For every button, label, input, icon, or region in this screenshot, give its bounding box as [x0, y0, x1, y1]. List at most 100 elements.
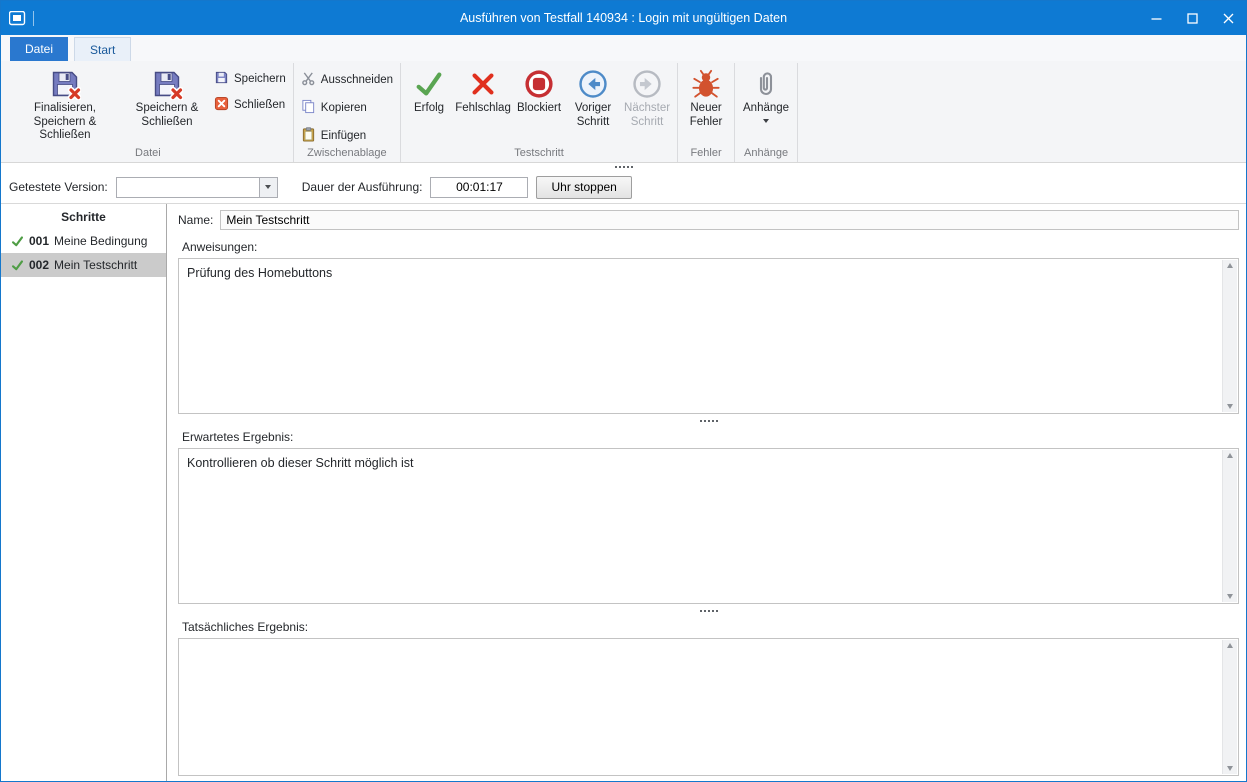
- close-ribbon-button[interactable]: Schließen: [210, 95, 290, 115]
- paste-button[interactable]: Einfügen: [297, 126, 397, 146]
- quick-access-separator: [33, 11, 34, 26]
- pane-splitter-handle[interactable]: [178, 414, 1239, 427]
- duration-input[interactable]: [430, 177, 528, 198]
- previous-step-label: Voriger Schritt: [569, 102, 617, 129]
- actual-result-text: [179, 639, 1238, 652]
- group-label-fehler: Fehler: [681, 146, 731, 162]
- copy-label: Kopieren: [321, 102, 367, 114]
- scrollbar[interactable]: [1222, 260, 1237, 412]
- new-defect-label: Neuer Fehler: [684, 102, 728, 129]
- fail-label: Fehlschlag: [455, 102, 511, 116]
- steps-panel-header: Schritte: [1, 204, 166, 229]
- ribbon-group-testschritt: Erfolg Fehlschlag Blockiert: [401, 63, 678, 162]
- duration-label: Dauer der Ausführung:: [302, 180, 423, 194]
- save-close-icon: [49, 67, 81, 100]
- next-step-label: Nächster Schritt: [623, 102, 671, 129]
- save-icon: [214, 70, 229, 88]
- scroll-down-icon[interactable]: [1227, 766, 1233, 771]
- instructions-text: Prüfung des Homebuttons: [179, 259, 1238, 286]
- pass-button[interactable]: Erfolg: [404, 64, 454, 118]
- arrow-left-circle-icon: [578, 67, 608, 100]
- step-item[interactable]: 002 Mein Testschritt: [1, 253, 166, 277]
- close-x-icon: [214, 96, 229, 114]
- ribbon-group-datei: Finalisieren, Speichern & Schließen: [3, 63, 294, 162]
- ribbon-group-zwischenablage: Ausschneiden Kopieren Einfügen: [294, 63, 401, 162]
- group-label-zwischenablage: Zwischenablage: [297, 146, 397, 162]
- save-label: Speichern: [234, 73, 286, 85]
- check-icon: [414, 67, 444, 100]
- app-icon[interactable]: [9, 11, 26, 26]
- scroll-up-icon[interactable]: [1227, 263, 1233, 268]
- group-label-anhaenge: Anhänge: [738, 146, 794, 162]
- window-title: Ausführen von Testfall 140934 : Login mi…: [1, 11, 1246, 25]
- attachments-label: Anhänge: [743, 102, 789, 116]
- combobox-dropdown-button[interactable]: [259, 178, 277, 197]
- ribbon-group-anhaenge: Anhänge Anhänge: [735, 63, 798, 162]
- scissors-icon: [301, 71, 316, 89]
- previous-step-button[interactable]: Voriger Schritt: [566, 64, 620, 131]
- window-controls: [1138, 1, 1246, 35]
- step-number: 002: [29, 258, 49, 272]
- save-and-close-button[interactable]: Speichern & Schließen: [124, 64, 210, 131]
- expected-result-label: Erwartetes Ergebnis:: [182, 430, 1239, 444]
- clipboard-icon: [301, 127, 316, 145]
- tested-version-combobox[interactable]: [116, 177, 278, 198]
- close-label: Schließen: [234, 99, 285, 111]
- check-icon: [11, 235, 24, 248]
- step-label: Meine Bedingung: [54, 234, 147, 248]
- scroll-up-icon[interactable]: [1227, 643, 1233, 648]
- scroll-down-icon[interactable]: [1227, 404, 1233, 409]
- ribbon: Finalisieren, Speichern & Schließen: [1, 61, 1246, 163]
- expected-result-textarea[interactable]: Kontrollieren ob dieser Schritt möglich …: [178, 448, 1239, 604]
- chevron-down-icon: [265, 185, 271, 189]
- stop-clock-button[interactable]: Uhr stoppen: [536, 176, 631, 199]
- content-area: Schritte 001 Meine Bedingung 002 Mein Te…: [1, 204, 1246, 781]
- pass-label: Erfolg: [414, 102, 444, 116]
- group-label-testschritt: Testschritt: [404, 146, 674, 162]
- drag-dots-icon: [700, 610, 718, 612]
- next-step-button[interactable]: Nächster Schritt: [620, 64, 674, 131]
- step-name-input[interactable]: [220, 210, 1239, 230]
- tab-start[interactable]: Start: [74, 37, 131, 61]
- close-button[interactable]: [1210, 1, 1246, 35]
- pane-splitter-handle[interactable]: [178, 604, 1239, 617]
- titlebar: Ausführen von Testfall 140934 : Login mi…: [1, 1, 1246, 35]
- ribbon-splitter-handle[interactable]: [1, 163, 1246, 171]
- finalize-save-close-button[interactable]: Finalisieren, Speichern & Schließen: [6, 64, 124, 145]
- expected-result-text: Kontrollieren ob dieser Schritt möglich …: [179, 449, 1238, 476]
- execution-toolbar: Getestete Version: Dauer der Ausführung:…: [1, 171, 1246, 204]
- attachments-button[interactable]: Anhänge: [738, 64, 794, 125]
- scroll-up-icon[interactable]: [1227, 453, 1233, 458]
- copy-button[interactable]: Kopieren: [297, 98, 397, 118]
- fail-button[interactable]: Fehlschlag: [454, 64, 512, 118]
- paste-label: Einfügen: [321, 130, 366, 142]
- maximize-button[interactable]: [1174, 1, 1210, 35]
- cut-button[interactable]: Ausschneiden: [297, 70, 397, 90]
- minimize-button[interactable]: [1138, 1, 1174, 35]
- steps-panel: Schritte 001 Meine Bedingung 002 Mein Te…: [1, 204, 167, 781]
- drag-dots-icon: [700, 420, 718, 422]
- copy-icon: [301, 99, 316, 117]
- scrollbar[interactable]: [1222, 450, 1237, 602]
- step-detail-form: Name: Anweisungen: Prüfung des Homebutto…: [167, 204, 1246, 781]
- tab-datei[interactable]: Datei: [10, 37, 68, 61]
- scroll-down-icon[interactable]: [1227, 594, 1233, 599]
- actual-result-label: Tatsächliches Ergebnis:: [182, 620, 1239, 634]
- check-icon: [11, 259, 24, 272]
- paperclip-icon: [754, 67, 778, 100]
- tested-version-input[interactable]: [117, 178, 259, 197]
- instructions-textarea[interactable]: Prüfung des Homebuttons: [178, 258, 1239, 414]
- cut-label: Ausschneiden: [321, 74, 393, 86]
- actual-result-textarea[interactable]: [178, 638, 1239, 776]
- save-button[interactable]: Speichern: [210, 69, 290, 89]
- step-item[interactable]: 001 Meine Bedingung: [1, 229, 166, 253]
- ribbon-group-fehler: Neuer Fehler Fehler: [678, 63, 735, 162]
- scrollbar[interactable]: [1222, 640, 1237, 774]
- new-defect-button[interactable]: Neuer Fehler: [681, 64, 731, 131]
- red-x-icon: [468, 67, 498, 100]
- blocked-button[interactable]: Blockiert: [512, 64, 566, 118]
- app-window: Ausführen von Testfall 140934 : Login mi…: [0, 0, 1247, 782]
- stop-icon: [524, 67, 554, 100]
- step-label: Mein Testschritt: [54, 258, 137, 272]
- instructions-label: Anweisungen:: [182, 240, 1239, 254]
